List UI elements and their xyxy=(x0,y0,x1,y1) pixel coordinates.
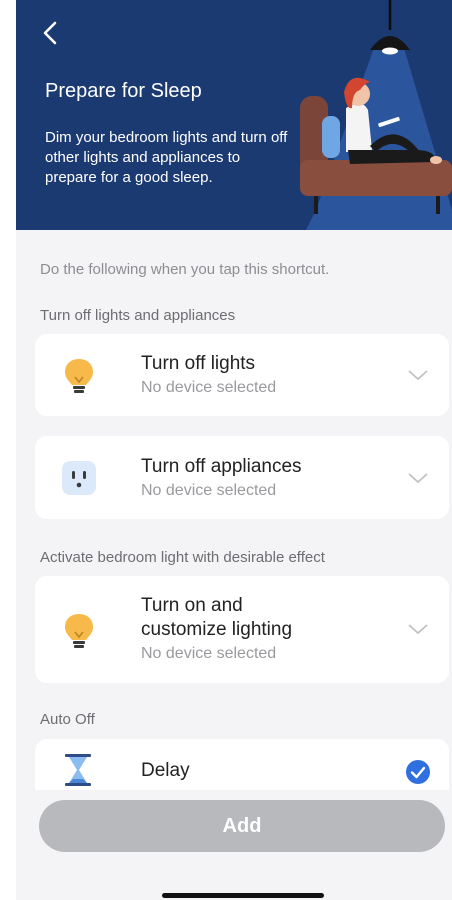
section-label-activate: Activate bedroom light with desirable ef… xyxy=(40,549,325,566)
home-indicator xyxy=(162,893,324,898)
card-title-line-1: Turn on and xyxy=(141,595,243,616)
turn-off-appliances-card[interactable]: Turn off appliances No device selected xyxy=(35,436,449,519)
card-subtitle: No device selected xyxy=(141,379,277,396)
header-banner: Prepare for Sleep Dim your bedroom light… xyxy=(16,0,452,230)
section-label-turn-off: Turn off lights and appliances xyxy=(40,307,236,324)
add-button[interactable]: Add xyxy=(39,800,445,852)
delay-card[interactable]: Delay xyxy=(35,739,449,790)
card-subtitle: No device selected xyxy=(141,482,277,499)
lightbulb-icon xyxy=(65,359,93,393)
card-subtitle: No device selected xyxy=(141,645,277,662)
page-title: Prepare for Sleep xyxy=(45,80,202,102)
card-title: Turn off lights xyxy=(141,353,256,374)
instructions-text: Do the following when you tap this short… xyxy=(40,261,330,278)
card-title: Turn off appliances xyxy=(141,456,302,477)
chevron-down-icon[interactable] xyxy=(407,622,429,636)
customize-lighting-card[interactable]: Turn on and customize lighting No device… xyxy=(35,576,449,683)
hourglass-icon xyxy=(65,754,91,786)
section-label-auto-off: Auto Off xyxy=(40,711,95,728)
card-title: Delay xyxy=(141,760,190,781)
checkmark-circle-icon[interactable] xyxy=(405,759,431,785)
turn-off-lights-card[interactable]: Turn off lights No device selected xyxy=(35,334,449,416)
page-description: Dim your bedroom lights and turn off oth… xyxy=(45,129,288,186)
chevron-down-icon[interactable] xyxy=(407,368,429,382)
chevron-left-icon[interactable] xyxy=(38,18,64,48)
sleep-illustration xyxy=(300,0,452,230)
lightbulb-icon xyxy=(65,614,93,648)
outlet-icon xyxy=(62,461,96,495)
screen: Prepare for Sleep Dim your bedroom light… xyxy=(16,0,452,900)
card-title-line-2: customize lighting xyxy=(141,619,293,640)
chevron-down-icon[interactable] xyxy=(407,471,429,485)
